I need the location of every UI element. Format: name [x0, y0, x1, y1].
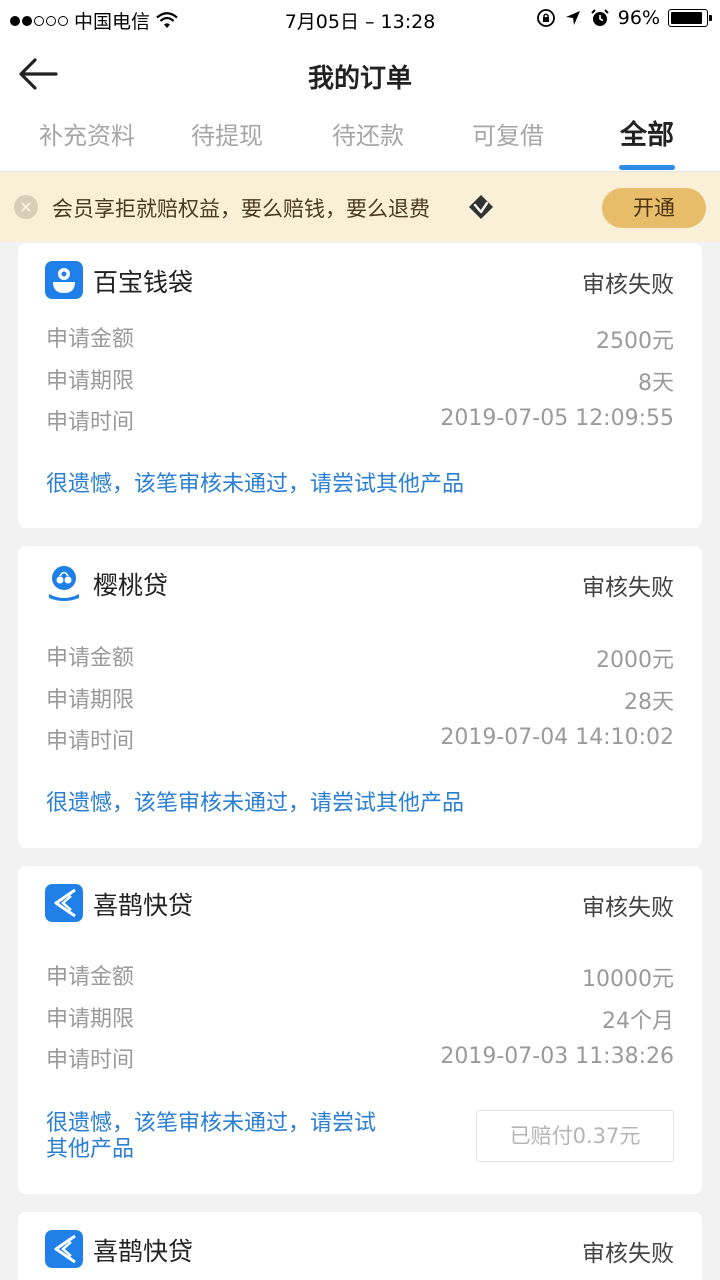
tab-reborrow[interactable]: 可复借 [438, 110, 578, 172]
magpie-icon [45, 884, 83, 922]
amount-label: 申请金额 [46, 646, 135, 671]
status-right: 96% [536, 7, 712, 29]
term-value: 28天 [624, 690, 674, 715]
time-label: 申请时间 [46, 729, 135, 754]
status-badge: 审核失败 [582, 895, 674, 921]
time-label: 申请时间 [46, 1048, 135, 1073]
status-badge: 审核失败 [582, 575, 674, 601]
tab-label: 全部 [620, 120, 674, 151]
status-badge: 审核失败 [582, 272, 674, 298]
back-button[interactable] [16, 52, 60, 96]
amount-label: 申请金额 [46, 327, 135, 352]
tab-label: 可复借 [472, 122, 544, 150]
tab-pending-repay[interactable]: 待还款 [298, 110, 438, 172]
rejection-note-line: 其他产品 [46, 1137, 135, 1162]
cherry-icon [45, 564, 83, 602]
close-icon[interactable]: × [14, 195, 38, 219]
time-value: 2019-07-05 12:09:55 [440, 406, 674, 431]
product-name: 樱桃贷 [93, 571, 169, 600]
term-label: 申请期限 [46, 688, 135, 713]
banner-text: 会员享拒就赔权益，要么赔钱，要么退费 [52, 197, 430, 221]
status-bar: 中国电信 7月05日 – 13:28 96% [0, 0, 720, 38]
rejection-note[interactable]: 很遗憾，该笔审核未通过，请尝试 其他产品 [46, 1111, 376, 1163]
orientation-lock-icon [536, 9, 555, 27]
rejection-note[interactable]: 很遗憾，该笔审核未通过，请尝试其他产品 [46, 472, 464, 498]
term-value: 24个月 [602, 1009, 674, 1034]
amount-label: 申请金额 [46, 965, 135, 990]
active-tab-indicator [619, 165, 675, 170]
rejection-note-line: 很遗憾，该笔审核未通过，请尝试 [46, 1111, 377, 1136]
time-value: 2019-07-03 11:38:26 [440, 1044, 674, 1069]
magpie-icon [45, 1230, 83, 1268]
tab-all[interactable]: 全部 [577, 110, 717, 172]
product-name: 百宝钱袋 [93, 268, 194, 297]
order-card[interactable]: 樱桃贷 审核失败 申请金额 2000元 申请期限 28天 申请时间 2019-0… [18, 546, 702, 848]
battery-icon [668, 9, 712, 27]
tab-pending-withdraw[interactable]: 待提现 [157, 110, 297, 172]
time-value: 2019-07-04 14:10:02 [440, 725, 674, 750]
amount-value: 10000元 [582, 967, 674, 992]
vip-diamond-icon [469, 195, 493, 219]
open-vip-button[interactable]: 开通 [602, 188, 706, 228]
order-card[interactable]: 喜鹊快贷 审核失败 申请金额 10000元 申请期限 24个月 申请时间 201… [18, 866, 702, 1194]
alarm-icon [591, 9, 609, 26]
tab-label: 待提现 [191, 122, 263, 150]
order-card[interactable]: 百宝钱袋 审核失败 申请金额 2500元 申请期限 8天 申请时间 2019-0… [18, 243, 702, 528]
tab-supplement-info[interactable]: 补充资料 [17, 110, 157, 172]
battery-percent: 96% [617, 7, 660, 29]
nav-bar: 我的订单 [0, 38, 720, 110]
product-name: 喜鹊快贷 [93, 1237, 194, 1266]
term-label: 申请期限 [46, 1007, 135, 1032]
order-tabs: 补充资料 待提现 待还款 可复借 全部 [0, 110, 720, 172]
amount-value: 2000元 [596, 648, 674, 673]
amount-value: 2500元 [596, 329, 674, 354]
compensation-paid-button[interactable]: 已赔付0.37元 [476, 1110, 674, 1162]
tab-label: 补充资料 [39, 122, 135, 150]
term-value: 8天 [638, 371, 674, 396]
time-label: 申请时间 [46, 410, 135, 435]
status-badge: 审核失败 [582, 1241, 674, 1267]
vip-banner: × 会员享拒就赔权益，要么赔钱，要么退费 开通 [0, 172, 720, 242]
order-card[interactable]: 喜鹊快贷 审核失败 [18, 1212, 702, 1280]
product-name: 喜鹊快贷 [93, 891, 194, 920]
page-title: 我的订单 [307, 64, 412, 94]
location-icon [565, 11, 580, 25]
tab-label: 待还款 [332, 122, 404, 150]
wallet-robot-icon [45, 261, 83, 299]
back-arrow-icon [19, 58, 58, 90]
rejection-note[interactable]: 很遗憾，该笔审核未通过，请尝试其他产品 [46, 791, 464, 817]
term-label: 申请期限 [46, 369, 135, 394]
